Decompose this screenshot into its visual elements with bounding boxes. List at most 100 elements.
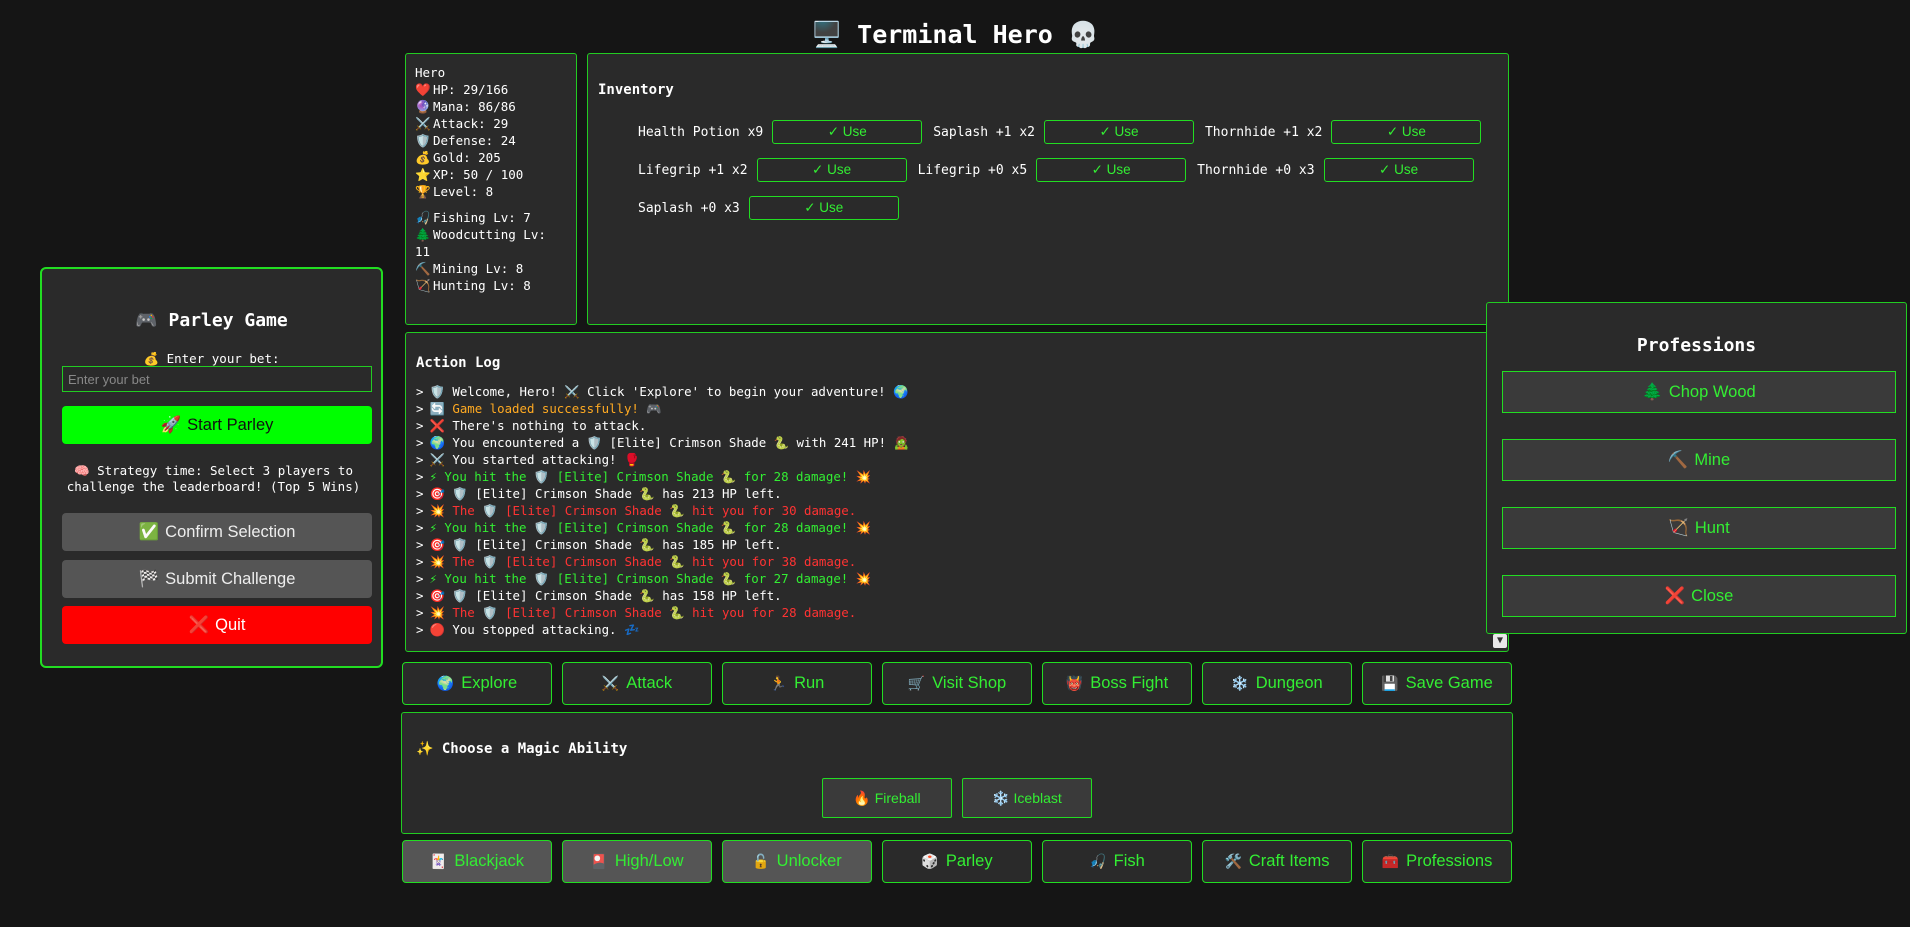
log-icon: 🔴 [429,622,445,637]
tree-icon: 🌲 [415,227,431,242]
runner-icon: 🏃 [769,675,788,691]
unlocker-button[interactable]: 🔓 Unlocker [722,840,872,883]
visit-shop-button[interactable]: 🛒 Visit Shop [882,662,1032,705]
bow-icon: 🏹 [1668,518,1689,537]
mining-level: Mining Lv: 8 [433,261,524,276]
log-icon: 🎯 [429,486,445,501]
log-icon: 🔄 [429,401,445,416]
inventory-item: Saplash +0 x3 ✓ Use [638,196,899,220]
flower-card-icon: 🎴 [590,853,608,869]
hunting-level: Hunting Lv: 8 [433,278,531,293]
log-line: > 🎯 🛡️ [Elite] Crimson Shade 🐍 has 213 HP… [416,486,782,501]
item-label: Lifegrip +0 x5 [917,162,1028,178]
dungeon-button[interactable]: ❄️ Dungeon [1202,662,1352,705]
fireball-button[interactable]: 🔥 Fireball [822,778,952,818]
swords-icon: ⚔️ [415,116,431,131]
mine-button[interactable]: ⛏️ Mine [1502,439,1896,481]
log-icon: 💥 [429,554,445,569]
use-button[interactable]: ✓ Use [756,158,907,182]
inventory-item: Thornhide +1 x2 ✓ Use [1205,120,1482,144]
log-line: > 🔴 You stopped attacking. 💤 [416,622,640,637]
heart-icon: ❤️ [415,82,431,97]
defense-stat: Defense: 24 [433,133,516,148]
use-button[interactable]: ✓ Use [1331,120,1482,144]
mana-orb-icon: 🔮 [415,99,431,114]
log-icon: ⚡ [429,520,437,535]
use-button[interactable]: ✓ Use [1043,120,1194,144]
title-text: Terminal Hero [857,20,1053,49]
tree-icon: 🌲 [1642,382,1663,401]
shield-icon: 🛡️ [415,133,431,148]
log-line: > ⚡ You hit the 🛡️ [Elite] Crimson Shade … [416,571,872,586]
inventory-item: Saplash +1 x2 ✓ Use [933,120,1194,144]
fish-button[interactable]: 🎣 Fish [1042,840,1192,883]
dice-icon: 🎲 [921,853,939,869]
sparkles-icon: ✨ [416,741,434,757]
chop-wood-button[interactable]: 🌲 Chop Wood [1502,371,1896,413]
log-line: > ⚔️ You started attacking! 🥊 [416,452,640,467]
checkmark-box-icon: ✅ [138,522,160,541]
globe-icon: 🌍 [436,675,455,691]
log-line: > ⚡ You hit the 🛡️ [Elite] Crimson Shade … [416,520,872,535]
scroll-down-arrow[interactable]: ▼ [1493,634,1507,648]
level-stat: Level: 8 [433,184,494,199]
blackjack-button[interactable]: 🃏 Blackjack [402,840,552,883]
use-button[interactable]: ✓ Use [1323,158,1474,182]
item-label: Health Potion x9 [638,124,764,140]
submit-challenge-button[interactable]: 🏁 Submit Challenge [62,560,372,598]
close-icon: ❌ [188,615,210,634]
demon-icon: 👹 [1065,675,1084,691]
attack-button[interactable]: ⚔️ Attack [562,662,712,705]
run-button[interactable]: 🏃 Run [722,662,872,705]
gold-stat: Gold: 205 [433,150,501,165]
item-label: Thornhide +0 x3 [1197,162,1315,178]
item-label: Saplash +0 x3 [638,200,740,216]
log-icon: 🎯 [429,588,445,603]
brain-icon: 🧠 [74,463,90,478]
item-label: Lifegrip +1 x2 [638,162,748,178]
quit-button[interactable]: ❌ Quit [62,606,372,644]
use-button[interactable]: ✓ Use [772,120,923,144]
log-line: > 🔄 Game loaded successfully! 🎮 [416,401,662,416]
boss-fight-button[interactable]: 👹 Boss Fight [1042,662,1192,705]
fire-icon: 🔥 [853,789,871,806]
attack-stat: Attack: 29 [433,116,509,131]
start-parley-button[interactable]: 🚀 Start Parley [62,406,372,444]
use-button[interactable]: ✓ Use [748,196,899,220]
save-game-button[interactable]: 💾 Save Game [1362,662,1512,705]
log-line: > 🎯 🛡️ [Elite] Crimson Shade 🐍 has 158 HP… [416,588,782,603]
inventory-item: Lifegrip +1 x2 ✓ Use [638,158,907,182]
confirm-selection-button[interactable]: ✅ Confirm Selection [62,513,372,551]
action-log-title: Action Log [416,355,501,371]
log-line: > 🎯 🛡️ [Elite] Crimson Shade 🐍 has 185 HP… [416,537,782,552]
log-line: > 💥 The 🛡️ [Elite] Crimson Shade 🐍 hit yo… [416,503,857,518]
parley-button[interactable]: 🎲 Parley [882,840,1032,883]
woodcutting-level: Woodcutting Lv: 11 [415,227,546,259]
log-icon: ❌ [429,418,445,433]
professions-panel: Professions 🌲 Chop Wood ⛏️ Mine 🏹 Hunt ❌ Clo… [1486,302,1907,634]
bow-icon: 🏹 [415,278,431,293]
fishing-icon: 🎣 [415,210,431,225]
magic-ability-panel: ✨ Choose a Magic Ability [401,712,1513,834]
log-icon: 💥 [429,605,445,620]
close-icon: ❌ [1664,586,1686,605]
explore-button[interactable]: 🌍 Explore [402,662,552,705]
log-line: > 🌍 You encountered a 🛡️ [Elite] Crimson … [416,435,909,450]
inventory-item: Thornhide +0 x3 ✓ Use [1197,158,1474,182]
professions-button[interactable]: 🧰 Professions [1362,840,1512,883]
snowflake-gear-icon: ❄️ [1231,675,1249,691]
hunt-button[interactable]: 🏹 Hunt [1502,507,1896,549]
log-line: > 💥 The 🛡️ [Elite] Crimson Shade 🐍 hit yo… [416,554,857,569]
log-line: > 💥 The 🛡️ [Elite] Crimson Shade 🐍 hit yo… [416,605,857,620]
action-log-panel[interactable]: Action Log > 🛡️ Welcome, Hero! ⚔️ Click '… [405,332,1509,652]
swords-icon: ⚔️ [601,675,620,691]
close-button[interactable]: ❌ Close [1502,575,1896,617]
floppy-disk-icon: 💾 [1381,675,1399,691]
bet-input[interactable] [62,366,372,392]
highlow-button[interactable]: 🎴 High/Low [562,840,712,883]
craft-items-button[interactable]: 🛠️ Craft Items [1202,840,1352,883]
money-bag-icon: 💰 [143,351,160,366]
log-icon: ⚡ [429,469,437,484]
iceblast-button[interactable]: ❄️ Iceblast [962,778,1092,818]
use-button[interactable]: ✓ Use [1036,158,1187,182]
